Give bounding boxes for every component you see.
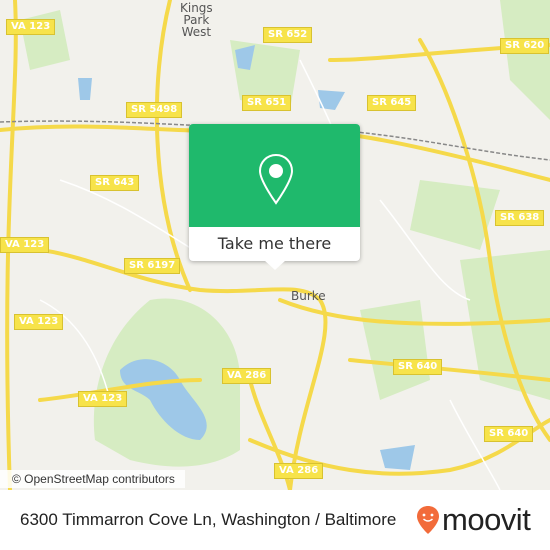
shield-sr-651: SR 651: [242, 95, 292, 111]
shield-va-286: VA 286: [274, 463, 324, 479]
shield-va-123: VA 123: [0, 237, 50, 253]
shield-sr-640: SR 640: [393, 359, 443, 375]
osm-attribution[interactable]: © OpenStreetMap contributors: [0, 470, 185, 488]
popup-header: [189, 124, 360, 227]
shield-sr-5498: SR 5498: [126, 102, 183, 118]
shield-va-286: VA 286: [222, 368, 272, 384]
shield-sr-645: SR 645: [367, 95, 417, 111]
take-me-there-button[interactable]: Take me there: [189, 227, 360, 261]
moovit-wordmark: moovit: [442, 502, 531, 537]
address-label: 6300 Timmarron Cove Ln, Washington / Bal…: [20, 510, 397, 529]
place-burke: Burke: [291, 289, 326, 303]
shield-sr-643: SR 643: [90, 175, 140, 191]
shield-sr-640: SR 640: [484, 426, 534, 442]
shield-sr-638: SR 638: [495, 210, 545, 226]
shield-sr-652: SR 652: [263, 27, 313, 43]
shield-va-123: VA 123: [78, 391, 128, 407]
shield-va-123: VA 123: [14, 314, 64, 330]
popup-pointer: [264, 260, 286, 270]
shield-sr-6197: SR 6197: [124, 258, 181, 274]
destination-popup: Take me there: [189, 124, 360, 261]
place-kings-park-west: Kings Park West: [180, 1, 213, 39]
moovit-logo: moovit: [416, 502, 531, 538]
map-pin-icon: [258, 153, 294, 205]
shield-sr-620: SR 620: [500, 38, 550, 54]
footer: 6300 Timmarron Cove Ln, Washington / Bal…: [0, 490, 550, 550]
moovit-pin-icon: [417, 506, 439, 534]
shield-va-123: VA 123: [6, 19, 56, 35]
